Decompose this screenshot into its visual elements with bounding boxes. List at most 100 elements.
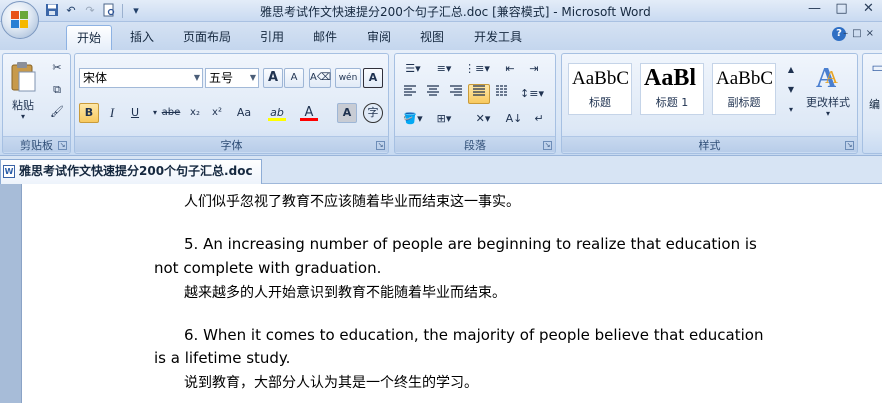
tab-home[interactable]: 开始	[66, 25, 113, 50]
justify-icon[interactable]	[468, 84, 490, 104]
align-left-icon[interactable]	[399, 84, 421, 104]
customize-qat-icon[interactable]: ▾	[128, 3, 144, 18]
strikethrough-button[interactable]: abe	[159, 103, 183, 123]
bullets-icon[interactable]: ☰▾	[399, 59, 427, 79]
tab-insert[interactable]: 插入	[130, 28, 154, 45]
superscript-button[interactable]: x²	[207, 103, 227, 123]
increase-indent-icon[interactable]: ⇥	[523, 59, 545, 79]
character-border-button[interactable]: A	[363, 68, 383, 88]
ribbon: 粘贴 ▾ ✂ ⧉ 🖌 剪贴板 ↘ 宋体 ▼ 五号 ▼ A A A⌫ wén A …	[0, 50, 882, 156]
minimize-button[interactable]: —	[801, 0, 828, 20]
style-item-subtitle[interactable]: AaBbC 副标题	[712, 63, 776, 115]
styles-group-label: 样式	[562, 136, 857, 152]
underline-button[interactable]: U	[125, 103, 145, 123]
multilevel-list-icon[interactable]: ⋮≡▾	[461, 59, 493, 79]
window-title: 雅思考试作文快速提分200个句子汇总.doc [兼容模式] - Microsof…	[260, 5, 651, 19]
shading-icon[interactable]: 🪣▾	[399, 109, 427, 129]
grow-font-button[interactable]: A	[263, 68, 283, 88]
clipboard-group: 粘贴 ▾ ✂ ⧉ 🖌 剪贴板 ↘	[2, 53, 71, 154]
distributed-icon[interactable]	[491, 84, 513, 104]
paragraph-launcher-icon[interactable]: ↘	[543, 141, 552, 150]
enclose-characters-button[interactable]: 字	[363, 103, 383, 123]
styles-scroll-down-icon[interactable]: ▼	[781, 80, 801, 98]
styles-group: AaBbC 标题 AaBl 标题 1 AaBbC 副标题 ▲ ▼ ▾ A A 更…	[561, 53, 858, 154]
ribbon-tabs: 开始 插入 页面布局 引用 邮件 审阅 视图 开发工具	[0, 22, 882, 50]
window-controls: — □ ✕	[801, 0, 882, 20]
style-item-title[interactable]: AaBbC 标题	[568, 63, 632, 115]
shrink-font-button[interactable]: A	[284, 68, 304, 88]
copy-icon[interactable]: ⧉	[47, 80, 67, 100]
style-name: 标题	[589, 96, 611, 109]
numbering-icon[interactable]: ≡▾	[429, 59, 459, 79]
paragraph-group-label: 段落	[395, 136, 555, 152]
borders-icon[interactable]: ⊞▾	[429, 109, 459, 129]
font-name-combo[interactable]: 宋体 ▼	[79, 68, 203, 88]
tab-mailings[interactable]: 邮件	[313, 28, 337, 45]
font-size-combo[interactable]: 五号 ▼	[205, 68, 259, 88]
highlight-color-bar	[268, 118, 286, 121]
save-icon[interactable]	[44, 3, 60, 18]
office-logo-icon	[11, 11, 29, 29]
maximize-button[interactable]: □	[828, 0, 855, 20]
print-preview-icon[interactable]	[101, 3, 117, 18]
tab-review[interactable]: 审阅	[367, 28, 391, 45]
line-spacing-icon[interactable]: ↕≡▾	[517, 84, 547, 104]
undo-icon[interactable]: ↶	[63, 3, 79, 18]
change-styles-button[interactable]: A A 更改样式 ▾	[800, 58, 856, 128]
style-sample: AaBbC	[572, 68, 629, 89]
editing-label[interactable]: 编	[869, 96, 880, 112]
asian-layout-icon[interactable]: ✕▾	[467, 109, 499, 129]
font-name-dropdown-icon: ▼	[193, 73, 200, 82]
character-shading-button[interactable]: A	[337, 103, 357, 123]
font-launcher-icon[interactable]: ↘	[376, 141, 385, 150]
styles-scroll-up-icon[interactable]: ▲	[781, 60, 801, 78]
paste-button[interactable]: 粘贴 ▾	[6, 58, 40, 121]
sort-icon[interactable]: A↓	[503, 109, 525, 129]
office-button[interactable]	[1, 1, 39, 39]
show-marks-icon[interactable]: ↵	[529, 109, 549, 129]
clear-formatting-icon[interactable]: A⌫	[309, 68, 331, 88]
font-group-label: 字体	[75, 136, 388, 152]
text-line: is a lifetime study.	[154, 349, 291, 367]
quick-access-toolbar: ↶ ↷ ▾	[44, 3, 144, 18]
font-color-button[interactable]: A	[297, 103, 321, 123]
tab-view[interactable]: 视图	[420, 28, 444, 45]
find-icon[interactable]: ▭	[867, 58, 882, 78]
tab-page-layout[interactable]: 页面布局	[183, 28, 231, 45]
align-center-icon[interactable]	[422, 84, 444, 104]
tab-references[interactable]: 引用	[260, 28, 284, 45]
redo-icon[interactable]: ↷	[82, 3, 98, 18]
text-line: not complete with graduation.	[154, 259, 382, 277]
close-button[interactable]: ✕	[855, 0, 882, 20]
italic-button[interactable]: I	[102, 103, 122, 123]
font-color-bar	[300, 118, 318, 121]
document-window-controls[interactable]: –□×	[843, 28, 878, 39]
left-margin-band	[0, 184, 22, 403]
clipboard-launcher-icon[interactable]: ↘	[58, 141, 67, 150]
qat-separator	[122, 3, 123, 18]
document-area[interactable]: 人们似乎忽视了教育不应该随着毕业而结束这一事实。 5. An increasin…	[0, 184, 882, 403]
style-name: 标题 1	[655, 96, 689, 109]
change-styles-icon: A A	[816, 63, 838, 91]
document-tab-strip: W 雅思考试作文快速提分200个句子汇总.doc	[0, 156, 882, 184]
styles-more-icon[interactable]: ▾	[781, 100, 801, 118]
cut-icon[interactable]: ✂	[47, 58, 67, 78]
subscript-button[interactable]: x₂	[185, 103, 205, 123]
font-size-value: 五号	[209, 71, 234, 85]
text-line: 人们似乎忽视了教育不应该随着毕业而结束这一事实。	[184, 194, 520, 210]
phonetic-guide-button[interactable]: wén	[335, 68, 361, 88]
decrease-indent-icon[interactable]: ⇤	[499, 59, 521, 79]
document-tab[interactable]: W 雅思考试作文快速提分200个句子汇总.doc	[0, 159, 262, 184]
styles-launcher-icon[interactable]: ↘	[845, 141, 854, 150]
tab-developer[interactable]: 开发工具	[474, 28, 522, 45]
align-right-icon[interactable]	[445, 84, 467, 104]
format-painter-icon[interactable]: 🖌	[47, 102, 67, 122]
change-case-button[interactable]: Aa	[231, 103, 257, 123]
font-size-dropdown-icon: ▼	[249, 73, 256, 82]
style-item-heading1[interactable]: AaBl 标题 1	[640, 63, 704, 115]
bold-button[interactable]: B	[79, 103, 99, 123]
style-name: 副标题	[727, 96, 761, 109]
highlight-button[interactable]: ab	[265, 103, 289, 123]
paste-icon	[11, 62, 36, 92]
style-sample: AaBl	[644, 65, 697, 91]
